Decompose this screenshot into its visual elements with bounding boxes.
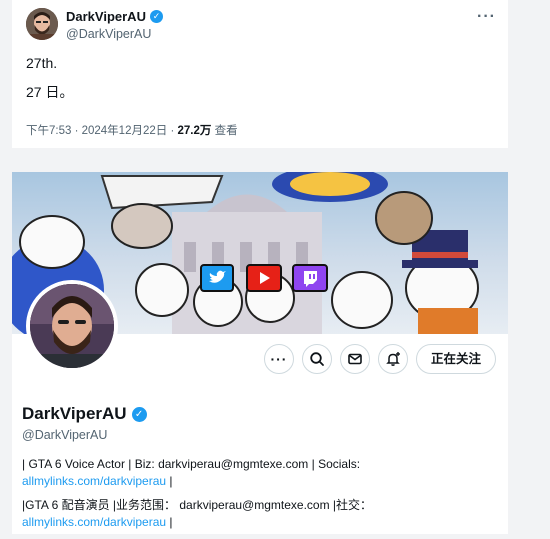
profile-bio: | GTA 6 Voice Actor | Biz: darkviperau@m… [22, 456, 502, 530]
author-name-text[interactable]: DarkViperAU [66, 9, 146, 24]
bell-plus-icon [386, 352, 400, 366]
tweet-meta: 下午7:53 · 2024年12月22日 · 27.2万 查看 [26, 122, 238, 138]
verified-badge-icon[interactable]: ✓ [131, 406, 147, 422]
tweet-text-line: 27th. [26, 55, 58, 71]
verified-badge-icon: ✓ [149, 10, 163, 23]
profile-name: DarkViperAU ✓ [22, 404, 147, 424]
twitch-icon [292, 264, 328, 292]
tweet-text-line: 27 日。 [26, 84, 74, 100]
notifications-button[interactable] [377, 344, 408, 374]
message-button[interactable] [339, 344, 370, 374]
profile-card: ··· 正在关注 DarkViperAU ✓ @DarkViperAU | GT… [12, 172, 508, 534]
view-label: 查看 [211, 125, 238, 137]
profile-handle: @DarkViperAU [22, 428, 108, 442]
more-icon: ··· [270, 351, 288, 367]
more-options-icon[interactable]: ··· [477, 8, 496, 26]
author-name[interactable]: DarkViperAU ✓ [66, 9, 163, 24]
view-count: 27.2万 [177, 125, 212, 137]
bio-zh-link[interactable]: allmylinks.com/darkviperau [22, 515, 166, 529]
profile-actions: ··· 正在关注 [263, 344, 496, 374]
following-button[interactable]: 正在关注 [415, 344, 496, 374]
bio-en-tail: | [166, 473, 173, 488]
author-handle[interactable]: @DarkViperAU [66, 27, 151, 41]
bio-en-link[interactable]: allmylinks.com/darkviperau [22, 474, 166, 488]
more-options-button[interactable]: ··· [263, 344, 294, 374]
tweet-card[interactable]: DarkViperAU ✓ @DarkViperAU ··· 27th. 27 … [12, 0, 508, 148]
search-button[interactable] [301, 344, 332, 374]
profile-name-text: DarkViperAU [22, 404, 127, 423]
tweet-timestamp[interactable]: 下午7:53 · 2024年12月22日 · [26, 125, 178, 137]
bio-zh-tail: | [166, 514, 173, 529]
bio-zh-line: |GTA 6 配音演员 |业务范围： darkviperau@mgmtexe.c… [22, 498, 373, 512]
twitter-icon [200, 264, 234, 292]
youtube-icon [246, 264, 282, 292]
author-avatar[interactable] [26, 8, 58, 40]
search-icon [310, 352, 324, 366]
bio-en-line: | GTA 6 Voice Actor | Biz: darkviperau@m… [22, 457, 361, 471]
mail-icon [348, 353, 362, 365]
profile-avatar[interactable] [26, 280, 118, 372]
